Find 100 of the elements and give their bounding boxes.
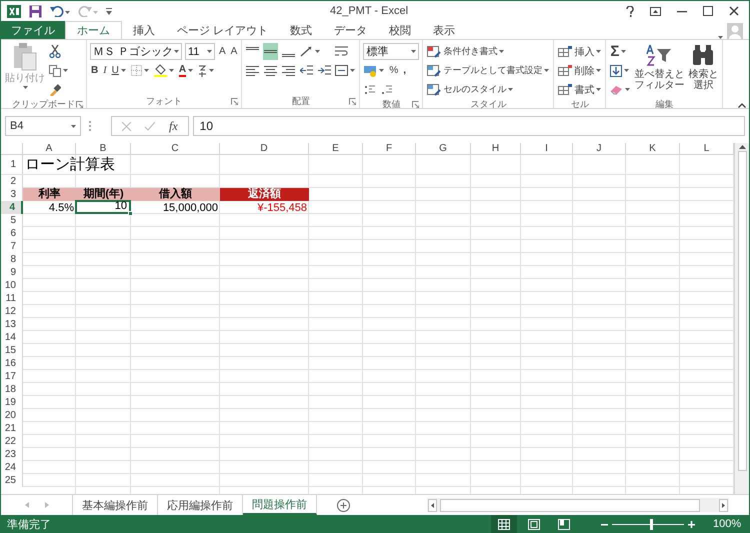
align-right-icon[interactable] <box>282 65 296 76</box>
column-label[interactable]: 借入額 <box>131 188 220 201</box>
column-header[interactable]: D <box>220 143 309 155</box>
delete-cells-button[interactable]: 削除 <box>557 62 602 79</box>
maximize-icon[interactable] <box>703 6 713 16</box>
fill-handle[interactable] <box>128 211 133 216</box>
dialog-launcher-icon[interactable] <box>412 101 420 108</box>
ribbon-tab[interactable]: 数式 <box>279 21 324 39</box>
formula-field[interactable]: 10 <box>192 116 745 136</box>
column-header[interactable]: F <box>363 143 416 155</box>
table-cell[interactable]: 15,000,000 <box>131 201 220 214</box>
scroll-right-icon[interactable] <box>719 498 728 512</box>
insert-cells-button[interactable]: 挿入 <box>557 43 602 60</box>
autosum-button[interactable]: Σ <box>609 43 632 60</box>
fill-button[interactable] <box>609 62 632 79</box>
comma-button[interactable]: , <box>402 62 408 79</box>
row-header[interactable]: 8 <box>1 253 23 266</box>
format-as-table-button[interactable]: テーブルとして書式設定 <box>426 62 550 79</box>
scroll-left-icon[interactable] <box>428 498 437 512</box>
slider-thumb[interactable] <box>650 518 654 530</box>
fill-color-button[interactable] <box>152 62 175 79</box>
ribbon-tab[interactable]: ページ レイアウト <box>166 21 280 39</box>
row-header[interactable]: 4 <box>1 201 23 214</box>
grow-font-button[interactable]: A <box>218 43 227 60</box>
new-sheet-icon[interactable] <box>337 498 350 512</box>
column-label[interactable]: 返済額 <box>220 188 309 201</box>
vertical-align-button[interactable] <box>263 43 278 60</box>
column-header[interactable]: B <box>76 143 131 155</box>
column-header[interactable]: I <box>521 143 573 155</box>
row-header[interactable]: 19 <box>1 396 23 409</box>
horizontal-scrollbar[interactable] <box>427 498 729 512</box>
align-left-icon[interactable] <box>246 65 260 76</box>
number-format-dropdown[interactable]: 標準 <box>363 43 420 60</box>
percent-button[interactable]: % <box>388 62 400 79</box>
row-header[interactable]: 22 <box>1 435 23 448</box>
row-header[interactable]: 6 <box>1 227 23 240</box>
underline-button[interactable]: U <box>110 62 127 79</box>
column-header[interactable]: A <box>23 143 76 155</box>
row-header[interactable]: 11 <box>1 292 23 305</box>
table-cell[interactable]: 4.5% <box>23 201 76 214</box>
align-center-icon[interactable] <box>264 65 278 76</box>
column-header[interactable]: H <box>471 143 521 155</box>
row-header[interactable]: 10 <box>1 279 23 292</box>
help-icon[interactable] <box>626 6 634 16</box>
ribbon-tab[interactable]: 校閲 <box>378 21 422 39</box>
row-header[interactable]: 17 <box>1 370 23 383</box>
scroll-up-icon[interactable] <box>738 145 746 149</box>
zoom-in-icon[interactable] <box>688 520 695 528</box>
scrollbar-thumb[interactable] <box>440 498 700 512</box>
column-header[interactable]: C <box>131 143 220 155</box>
font-color-button[interactable]: A <box>178 62 194 79</box>
row-header[interactable]: 20 <box>1 409 23 422</box>
row-header[interactable]: 24 <box>1 461 23 474</box>
close-icon[interactable] <box>729 6 739 16</box>
sheet-title[interactable]: ローン計算表 <box>23 155 117 174</box>
vertical-scrollbar[interactable] <box>734 143 749 494</box>
cell-styles-button[interactable]: セルのスタイル <box>426 81 550 98</box>
bold-button[interactable]: B <box>90 62 100 79</box>
column-label[interactable]: 利率 <box>23 188 76 201</box>
undo-icon[interactable] <box>50 5 70 17</box>
row-header[interactable]: 18 <box>1 383 23 396</box>
row-header[interactable]: 23 <box>1 448 23 461</box>
format-cells-button[interactable]: 書式 <box>557 81 602 98</box>
name-box[interactable]: B4 <box>5 116 81 136</box>
row-header[interactable]: 13 <box>1 318 23 331</box>
conditional-formatting-button[interactable]: 条件付き書式 <box>426 43 550 60</box>
scrollbar-thumb[interactable] <box>738 151 746 471</box>
table-cell[interactable]: 10 <box>75 200 131 214</box>
ribbon-tab[interactable]: データ <box>323 21 378 39</box>
find-select-button[interactable]: 検索と選択 <box>687 43 720 95</box>
row-header[interactable]: 3 <box>1 188 23 201</box>
dialog-launcher-icon[interactable] <box>231 98 238 105</box>
column-header[interactable]: G <box>416 143 471 155</box>
row-header[interactable]: 16 <box>1 357 23 370</box>
italic-button[interactable]: I <box>102 62 108 79</box>
table-cell[interactable]: ¥-155,458 <box>220 201 309 214</box>
file-tab[interactable]: ファイル <box>1 21 65 39</box>
ribbon-tab[interactable]: 表示 <box>422 21 466 39</box>
sheet-tab[interactable]: 問題操作前 <box>243 495 317 515</box>
row-header[interactable]: 7 <box>1 240 23 253</box>
row-header[interactable]: 15 <box>1 344 23 357</box>
normal-view-button[interactable] <box>491 515 517 533</box>
row-header[interactable]: 2 <box>1 175 23 188</box>
font-name-dropdown[interactable]: ＭＳ Ｐゴシック <box>90 43 182 60</box>
column-header[interactable]: E <box>309 143 363 155</box>
font-size-dropdown[interactable]: 11 <box>185 43 215 60</box>
excel-logo-icon[interactable] <box>7 4 21 18</box>
column-label[interactable]: 期間(年) <box>76 188 131 201</box>
dialog-launcher-icon[interactable] <box>76 101 83 108</box>
save-icon[interactable] <box>29 4 42 18</box>
dialog-launcher-icon[interactable] <box>349 98 356 105</box>
ribbon-display-icon[interactable] <box>650 6 661 16</box>
row-header[interactable]: 21 <box>1 422 23 435</box>
column-header[interactable]: J <box>573 143 626 155</box>
row-header[interactable]: 5 <box>1 214 23 227</box>
collapse-ribbon-icon[interactable] <box>738 103 746 108</box>
copy-button[interactable] <box>48 62 69 79</box>
column-header[interactable]: K <box>626 143 680 155</box>
row-header[interactable]: 9 <box>1 266 23 279</box>
shrink-font-button[interactable]: A <box>230 43 238 60</box>
